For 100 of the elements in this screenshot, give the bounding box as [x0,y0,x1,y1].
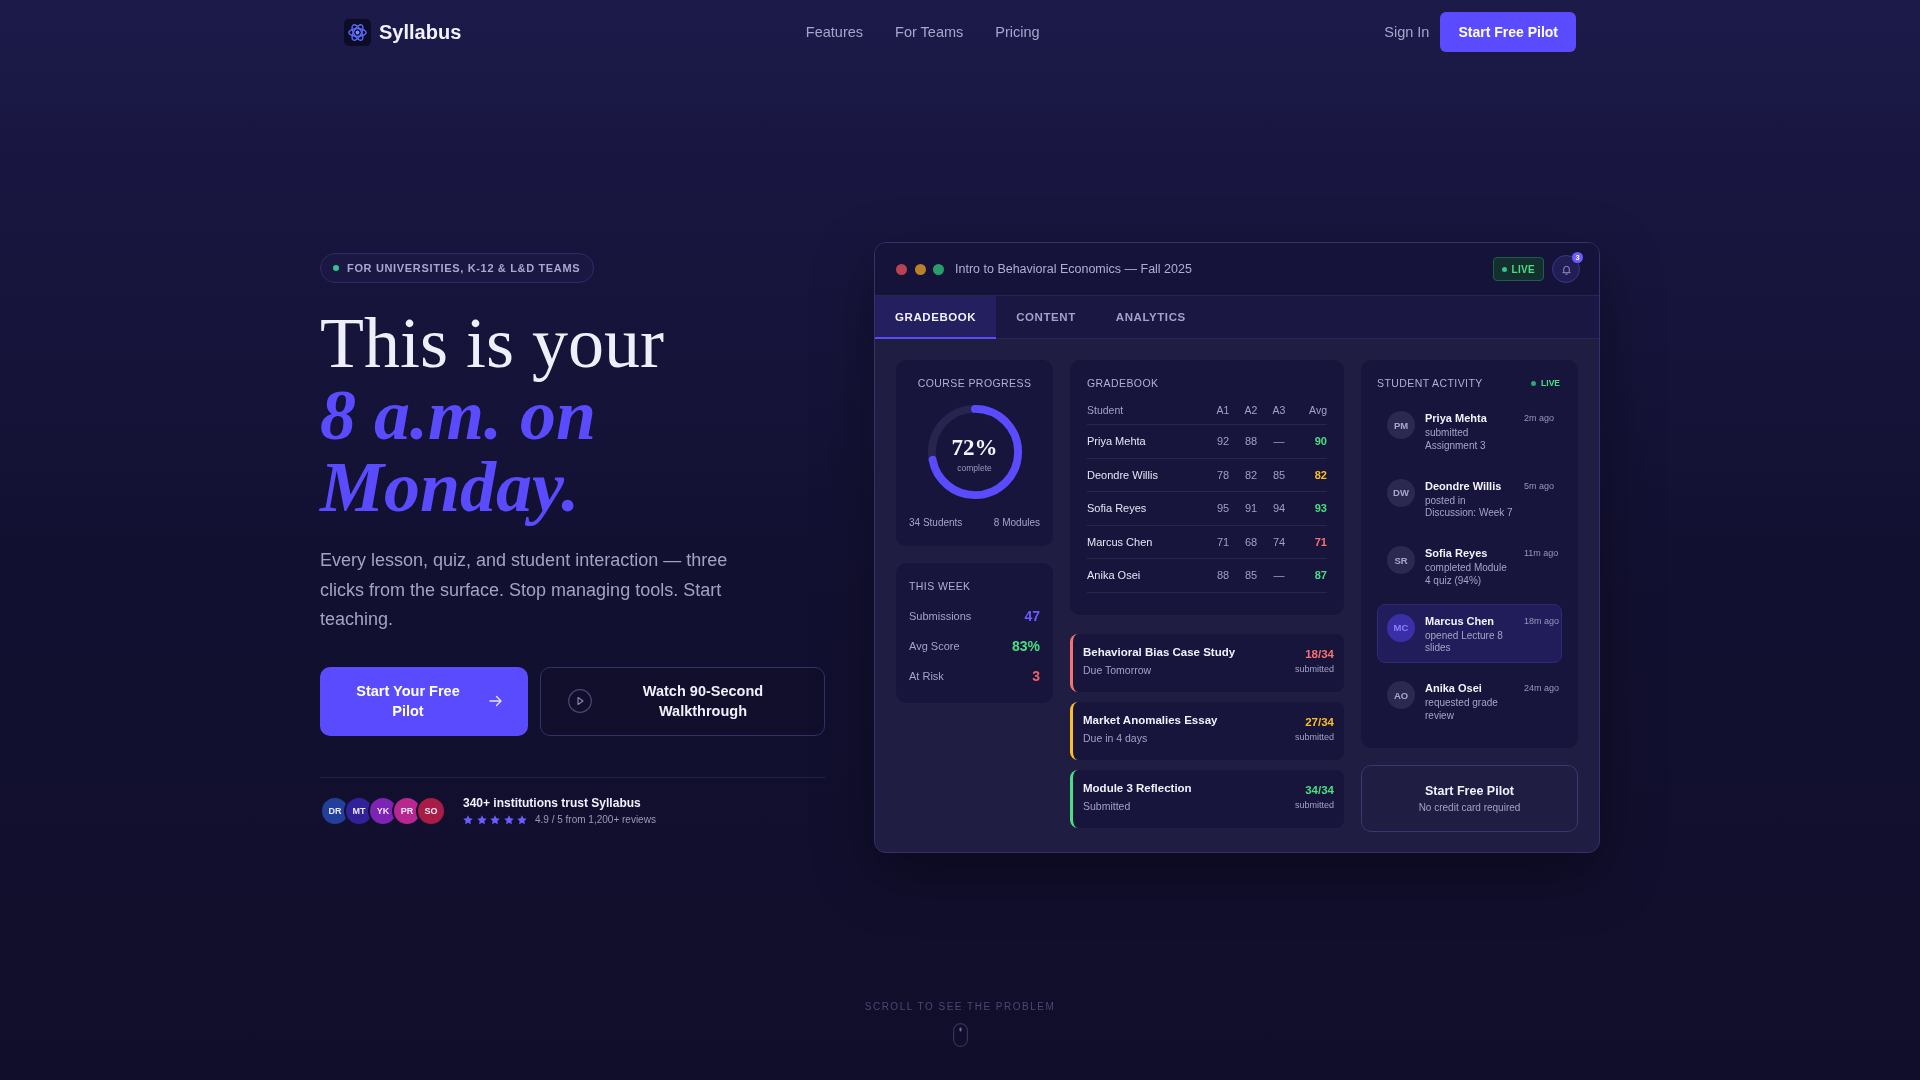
activity-description: opened Lecture 8 slides [1425,629,1504,655]
stat-value: 83% [1011,638,1040,654]
card-title: STUDENT ACTIVITY [1377,376,1483,390]
submission-count: 18/34 [1305,646,1334,662]
audience-badge-text: FOR UNIVERSITIES, K-12 & L&D TEAMS [347,262,581,274]
table-cell-text: 68 [1243,535,1259,548]
card-title: COURSE PROGRESS [916,376,1033,390]
column-header: Avg [1308,404,1327,416]
student-name: Anika Osei [1425,681,1483,695]
table-cell-text: 88 [1215,569,1231,582]
notifications-button[interactable] [1552,255,1580,283]
tab[interactable]: CONTENT [996,296,1096,339]
student-name: Deondre Willis [1425,478,1503,493]
window-control-icon [914,263,926,275]
submission-count: 27/34 [1305,714,1334,730]
stat-value: 47 [1024,608,1040,624]
status-dot-icon [1531,380,1537,386]
progress-percent: 72% [951,435,998,460]
student-name: Marcus Chen [1425,613,1496,628]
table-cell-text: 85 [1271,468,1287,481]
student-avatar: MC [1387,613,1415,642]
table-cell-text: — [1272,435,1286,448]
table-cell-text: Marcus Chen [1087,535,1154,548]
table-cell-text: 94 [1271,502,1287,515]
stat-label: Avg Score [909,640,960,652]
table-cell-text: 71 [1313,535,1327,548]
progress-caption: complete [957,462,992,473]
table-cell-text: 71 [1215,535,1231,548]
activity-time: 5m ago [1524,479,1555,493]
sign-in-link[interactable]: Sign In [1384,24,1430,40]
activity-description: posted in Discussion: Week 7 [1425,494,1514,520]
stat-value: 3 [1032,668,1040,684]
table-cell-text: 78 [1215,468,1231,481]
student-count: 34 Students [909,517,963,528]
student-avatar: AO [1387,681,1415,709]
submission-label: submitted [1294,798,1334,811]
brand-name[interactable]: Syllabus [379,20,462,44]
assignment-due: Submitted [1083,798,1132,814]
card-title: GRADEBOOK [1087,376,1160,390]
submission-count: 34/34 [1305,782,1334,798]
start-pilot-button[interactable]: Start Free Pilot [1440,12,1576,52]
status-dot-icon [333,265,339,271]
course-title: Intro to Behavioral Economics — Fall 2025 [955,262,1192,276]
star-icon [503,814,514,825]
student-avatar: SR [1387,546,1415,574]
assignment-title: Market Anomalies Essay [1083,712,1218,728]
nav-link[interactable]: Pricing [995,24,1040,40]
tab[interactable]: GRADEBOOK [875,296,997,339]
activity-time: 24m ago [1524,682,1560,695]
table-cell-text: 82 [1313,468,1327,481]
column-header: A2 [1243,404,1259,416]
activity-description: completed Module 4 quiz (94%) [1425,562,1508,587]
trust-statement: 340+ institutions trust Syllabus [463,796,642,810]
module-count: 8 Modules [993,517,1040,528]
assignment-title: Module 3 Reflection [1083,780,1192,796]
column-header: A1 [1215,404,1231,416]
mouse-icon [952,1023,968,1047]
start-free-pilot-button[interactable]: Start Your Free Pilot [320,666,528,736]
atom-logo-icon[interactable] [344,18,371,46]
stat-label: Submissions [909,610,972,622]
assignment-title: Behavioral Bias Case Study [1083,644,1236,660]
nav-link[interactable]: For Teams [895,24,964,40]
assignment-due: Due in 4 days [1083,730,1149,746]
star-icon [463,814,473,825]
student-avatar: PM [1387,411,1415,439]
column-header: A3 [1271,404,1287,416]
student-name: Priya Mehta [1425,411,1488,425]
window-control-icon [896,263,907,275]
tab[interactable]: ANALYTICS [1095,296,1206,339]
table-cell-text: Priya Mehta [1087,435,1147,448]
column-header: Student [1087,404,1125,416]
table-cell-text: Anika Osei [1087,569,1142,582]
hero-description: Every lesson, quiz, and student interaction — three clicks from the surface. Stop managing tools. Start teaching. [320,549,729,631]
scroll-hint: SCROLL TO SEE THE PROBLEM [864,1001,1056,1012]
table-cell-text: Sofia Reyes [1087,502,1148,515]
arrow-right-icon [488,693,504,709]
live-label: LIVE [1541,378,1560,388]
play-icon [568,689,592,713]
table-cell-text: 74 [1271,535,1287,548]
table-cell-text: 85 [1243,569,1259,582]
student-avatar: DW [1387,478,1415,507]
status-dot-icon [1501,266,1507,272]
watch-walkthrough-button[interactable]: Watch 90-Second Walkthrough [540,666,825,736]
avatar: SO [416,795,446,826]
table-cell-text: 95 [1215,502,1231,515]
activity-description: submitted Assignment 3 [1425,427,1487,452]
activity-time: 11m ago [1524,547,1559,560]
stat-label: At Risk [909,670,944,682]
window-control-icon [933,263,944,275]
table-cell-text: 88 [1243,435,1259,448]
nav-link[interactable]: Features [805,24,864,40]
submission-label: submitted [1294,662,1334,675]
rating-text: 4.9 / 5 from 1,200+ reviews [535,814,656,825]
card-title: THIS WEEK [909,579,972,593]
table-cell-text: Deondre Willis [1087,468,1159,481]
student-name: Sofia Reyes [1425,546,1489,560]
live-label: LIVE [1511,263,1535,275]
table-cell-text: 93 [1313,502,1327,515]
activity-time: 2m ago [1524,412,1555,425]
start-free-pilot-card[interactable]: Start Free Pilot No credit card required [1361,765,1578,832]
